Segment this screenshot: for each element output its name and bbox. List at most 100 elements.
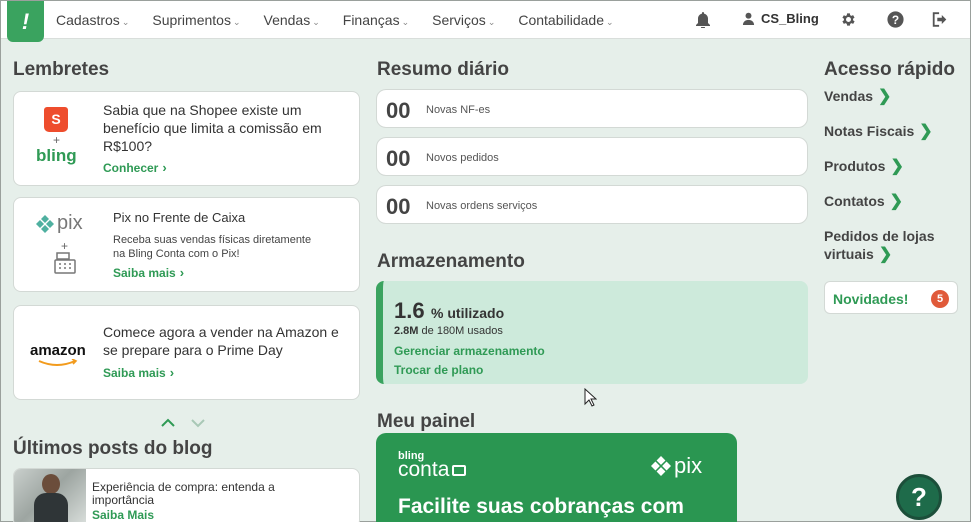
- reminder-text-line1: Sabia que na Shopee existe um: [103, 102, 302, 118]
- blog-saiba-mais-link[interactable]: Saiba Mais: [92, 508, 154, 522]
- chevron-right-icon: ❯: [919, 123, 933, 140]
- top-navbar: ! Cadastros ⌄ Suprimentos ⌄ Vendas ⌄ Finanç…: [1, 1, 970, 42]
- blog-post-thumbnail: [14, 469, 86, 522]
- reminder-text-line3: R$100?: [103, 138, 153, 154]
- pix-desc-line1: Receba suas vendas físicas diretamente: [113, 234, 312, 246]
- cash-register-icon: [54, 252, 76, 274]
- reminder-text-line2: benefício que limita a comissão em: [103, 120, 322, 136]
- card-icon: [452, 464, 467, 476]
- chevron-right-icon: ❯: [890, 158, 904, 175]
- reminder-card-shopee: S + bling Sabia que na Shopee existe um …: [13, 91, 360, 186]
- storage-percent: 1.6: [394, 298, 425, 323]
- carousel-down-icon[interactable]: [191, 418, 205, 428]
- user-icon: [742, 12, 755, 25]
- blog-post-line2: importância: [92, 493, 155, 507]
- acesso-pedidos-link[interactable]: Pedidos de lojas virtuais ❯: [824, 227, 934, 264]
- banner-conta-logo: conta: [398, 458, 467, 482]
- banner-pix-logo: pix: [651, 453, 702, 479]
- blog-title: Últimos posts do blog: [13, 438, 213, 459]
- reminder-card-amazon: amazon Comece agora a vender na Amazon e…: [13, 305, 360, 400]
- acesso-produtos-link[interactable]: Produtos ❯: [824, 157, 904, 176]
- lembretes-title: Lembretes: [13, 59, 110, 80]
- help-circle-icon[interactable]: ?: [887, 11, 904, 28]
- amazon-logo: amazon: [30, 342, 86, 359]
- chevron-down-icon: ⌄: [487, 17, 496, 27]
- shopee-logo: S: [44, 107, 68, 132]
- gear-icon[interactable]: [840, 11, 857, 28]
- resumo-os-label: Novas ordens serviços: [426, 200, 538, 212]
- user-name: CS_Bling: [761, 11, 819, 26]
- carousel-up-icon[interactable]: [161, 418, 175, 428]
- bling-logo[interactable]: !: [7, 1, 44, 42]
- menu-vendas[interactable]: Vendas ⌄: [264, 12, 320, 28]
- novidades-badge: 5: [931, 290, 949, 308]
- armazenamento-title: Armazenamento: [377, 251, 525, 272]
- resumo-os-count: 00: [386, 194, 411, 219]
- acesso-notas-link[interactable]: Notas Fiscais ❯: [824, 122, 933, 141]
- chevron-right-icon: ›: [169, 365, 175, 380]
- pedidos-line1: Pedidos de lojas: [824, 228, 935, 244]
- storage-percent-suffix: % utilizado: [431, 305, 505, 321]
- conhecer-link[interactable]: Conhecer ›: [103, 160, 167, 175]
- bell-icon[interactable]: [696, 12, 710, 28]
- mouse-cursor-icon: [584, 388, 597, 407]
- acesso-vendas-link[interactable]: Vendas ❯: [824, 87, 891, 106]
- plus-sign: +: [61, 239, 69, 253]
- blog-post-card[interactable]: Experiência de compra: entenda a importâ…: [13, 468, 360, 522]
- gerenciar-armazenamento-link[interactable]: Gerenciar armazenamento: [394, 344, 545, 358]
- bling-logo-small: bling: [36, 146, 77, 165]
- chevron-right-icon: ›: [162, 160, 167, 175]
- storage-card: 1.6 % utilizado 2.8M de 180M usados Gere…: [376, 281, 808, 384]
- storage-usage: 1.6 % utilizado: [394, 298, 504, 324]
- resumo-pedidos-label: Novos pedidos: [426, 152, 499, 164]
- painel-title: Meu painel: [377, 411, 476, 432]
- reminder-card-pix: pix + Pix no Frente de Caixa Receba suas…: [13, 197, 360, 292]
- pix-desc-line2: na Bling Conta com o Pix!: [113, 248, 240, 260]
- resumo-title: Resumo diário: [377, 59, 509, 80]
- pix-title: Pix no Frente de Caixa: [113, 210, 246, 225]
- chevron-down-icon: ⌄: [401, 17, 410, 27]
- chevron-right-icon: ❯: [878, 246, 893, 263]
- resumo-nfe-count: 00: [386, 98, 411, 123]
- menu-servicos[interactable]: Serviços ⌄: [432, 12, 495, 28]
- resumo-nfe-label: Novas NF-es: [426, 104, 491, 116]
- resumo-pedidos-card[interactable]: 00 Novos pedidos: [376, 137, 808, 176]
- chevron-down-icon: ⌄: [121, 17, 130, 27]
- menu-contabilidade[interactable]: Contabilidade ⌄: [518, 12, 613, 28]
- acesso-title: Acesso rápido: [824, 59, 955, 80]
- banner-headline: Facilite suas cobranças com: [398, 495, 684, 518]
- saiba-mais-amazon-link[interactable]: Saiba mais ›: [103, 365, 174, 380]
- help-button[interactable]: ?: [896, 474, 942, 520]
- menu-financas[interactable]: Finanças ⌄: [343, 12, 409, 28]
- chevron-down-icon: ⌄: [312, 17, 320, 27]
- resumo-os-card[interactable]: 00 Novas ordens serviços: [376, 185, 808, 224]
- svg-text:?: ?: [892, 13, 899, 27]
- chevron-down-icon: ⌄: [605, 17, 614, 27]
- resumo-pedidos-count: 00: [386, 146, 411, 171]
- pedidos-line2: virtuais: [824, 246, 874, 262]
- logout-icon[interactable]: [931, 11, 949, 28]
- acesso-contatos-link[interactable]: Contatos ❯: [824, 192, 903, 211]
- user-menu[interactable]: CS_Bling: [742, 11, 819, 26]
- pix-logo: pix: [36, 212, 83, 235]
- plus-sign: +: [53, 133, 61, 147]
- amazon-smile-icon: [38, 359, 78, 366]
- amazon-text-line1: Comece agora a vender na Amazon e: [103, 324, 339, 340]
- saiba-mais-pix-link[interactable]: Saiba mais ›: [113, 265, 184, 280]
- menu-cadastros[interactable]: Cadastros ⌄: [56, 12, 129, 28]
- chevron-right-icon: ›: [179, 265, 185, 280]
- resumo-nfe-card[interactable]: 00 Novas NF-es: [376, 89, 808, 128]
- pix-diamond-icon: [36, 214, 54, 233]
- novidades-button[interactable]: Novidades! 5: [824, 281, 958, 314]
- main-menu: Cadastros ⌄ Suprimentos ⌄ Vendas ⌄ Finanças…: [56, 1, 637, 39]
- novidades-label: Novidades!: [833, 291, 909, 307]
- chevron-right-icon: ❯: [878, 88, 892, 105]
- trocar-plano-link[interactable]: Trocar de plano: [394, 363, 483, 377]
- chevron-down-icon: ⌄: [232, 17, 241, 27]
- pix-diamond-icon: [651, 456, 671, 476]
- pix-banner[interactable]: bling conta pix Facilite suas cobranças …: [376, 433, 737, 522]
- storage-used: 2.8M de 180M usados: [394, 325, 503, 337]
- chevron-right-icon: ❯: [889, 193, 904, 210]
- menu-suprimentos[interactable]: Suprimentos ⌄: [152, 12, 240, 28]
- amazon-text-line2: se prepare para o Prime Day: [103, 342, 283, 358]
